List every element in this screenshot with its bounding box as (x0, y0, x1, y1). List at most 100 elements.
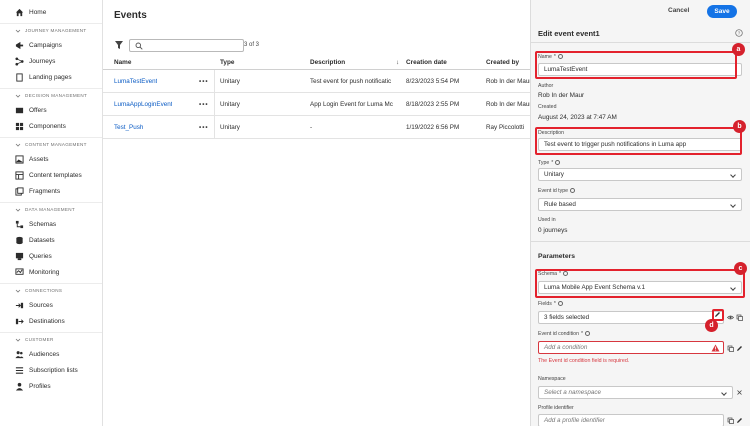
search-field[interactable] (129, 39, 244, 52)
page-title: Events (114, 10, 147, 21)
nav-item-audiences[interactable]: Audiences (0, 346, 102, 362)
monitor-icon (15, 267, 24, 277)
nav-section-journey-management: JOURNEY MANAGEMENT (0, 23, 102, 37)
nav-item-landing-pages[interactable]: Landing pages (0, 69, 102, 85)
event-description: - (310, 124, 313, 131)
table-header: Name Type Description ↓ Creation date Cr… (103, 54, 530, 70)
profile-identifier-input[interactable]: Add a profile identifier (538, 414, 724, 426)
used-in-value: 0 journeys (538, 227, 568, 234)
clear-icon[interactable] (736, 389, 743, 396)
nav-item-queries[interactable]: Queries (0, 248, 102, 264)
nav-item-label: Destinations (29, 317, 65, 325)
label-text: Event id condition (538, 331, 579, 337)
info-icon[interactable] (570, 188, 575, 193)
event-name-link[interactable]: LumaAppLoginEvent (114, 101, 172, 108)
nav-item-home[interactable]: Home (0, 4, 102, 20)
nav-item-assets[interactable]: Assets (0, 151, 102, 167)
column-header-type[interactable]: Type (220, 59, 234, 66)
nav-section-label: CUSTOMER (25, 337, 54, 342)
event-id-condition-input[interactable]: Add a condition (538, 341, 724, 354)
search-input[interactable] (146, 41, 241, 51)
nav-item-offers[interactable]: Offers (0, 102, 102, 118)
nav-item-destinations[interactable]: Destinations (0, 313, 102, 329)
namespace-select[interactable]: Select a namespace (538, 386, 733, 399)
label-text: Fields (538, 301, 552, 307)
help-icon[interactable]: ? (735, 29, 743, 37)
copy-icon[interactable] (736, 314, 743, 321)
highlight-box-c (535, 269, 745, 298)
nav-item-sources[interactable]: Sources (0, 297, 102, 313)
event-creation-date: 8/18/2023 2:55 PM (406, 101, 460, 108)
event-description: App Login Event for Luma Mc (310, 101, 393, 108)
column-header-created-by[interactable]: Created by (486, 59, 519, 66)
nav-item-label: Offers (29, 106, 47, 114)
pencil-icon[interactable] (736, 417, 743, 424)
created-label: Created (538, 104, 557, 110)
chevron-down-icon (15, 337, 21, 343)
fields-input[interactable]: 3 fields selected (538, 311, 724, 324)
column-header-creation-date[interactable]: Creation date (406, 59, 447, 66)
info-icon[interactable] (557, 301, 563, 306)
nav-item-label: Audiences (29, 350, 60, 358)
nav-item-label: Fragments (29, 187, 61, 195)
nav-item-profiles[interactable]: Profiles (0, 378, 102, 394)
parameters-title: Parameters (538, 253, 576, 260)
left-navigation: Home JOURNEY MANAGEMENT Campaigns Journe… (0, 0, 103, 426)
callout-badge-a: a (732, 43, 745, 56)
components-icon (15, 122, 24, 131)
event-id-type-select[interactable]: Rule based (538, 198, 742, 211)
filter-icon[interactable] (114, 40, 124, 50)
nav-item-schemas[interactable]: Schemas (0, 216, 102, 232)
nav-item-journeys[interactable]: Journeys (0, 53, 102, 69)
nav-item-components[interactable]: Components (0, 118, 102, 134)
more-actions-button[interactable]: ••• (199, 78, 209, 85)
pencil-icon[interactable] (714, 311, 721, 318)
save-button[interactable]: Save (707, 5, 737, 18)
nav-item-label: Assets (29, 155, 49, 163)
nav-section-label: CONNECTIONS (25, 288, 63, 293)
sources-icon (15, 301, 24, 310)
fragments-icon (15, 186, 24, 196)
event-creation-date: 8/23/2023 5:54 PM (406, 78, 460, 85)
divider (531, 241, 750, 242)
nav-item-campaigns[interactable]: Campaigns (0, 37, 102, 53)
chevron-down-icon (15, 28, 21, 34)
nav-section-label: DATA MANAGEMENT (25, 207, 76, 212)
event-description: Test event for push notificatic (310, 78, 392, 85)
pencil-icon[interactable] (736, 345, 743, 352)
preview-icon[interactable] (727, 314, 734, 321)
event-name-link[interactable]: LumaTestEvent (114, 78, 157, 85)
more-actions-button[interactable]: ••• (199, 124, 209, 131)
nav-item-monitoring[interactable]: Monitoring (0, 264, 102, 280)
table-row[interactable]: Test_Push ••• Unitary - 1/19/2022 6:56 P… (103, 116, 530, 139)
sort-down-icon[interactable]: ↓ (396, 59, 399, 66)
type-select[interactable]: Unitary (538, 168, 742, 181)
chevron-down-icon (15, 207, 21, 213)
copy-icon[interactable] (727, 417, 734, 424)
column-header-description[interactable]: Description (310, 59, 345, 66)
home-icon (15, 8, 24, 17)
warning-icon (711, 344, 720, 352)
callout-badge-b: b (733, 120, 746, 133)
cancel-button[interactable]: Cancel (668, 7, 689, 14)
event-created-by: Rob In der Maur (486, 78, 530, 85)
copy-icon[interactable] (727, 345, 734, 352)
nav-section-decision-management: DECISION MANAGEMENT (0, 88, 102, 102)
nav-item-fragments[interactable]: Fragments (0, 183, 102, 199)
table-row[interactable]: LumaTestEvent ••• Unitary Test event for… (103, 70, 530, 93)
nav-item-label: Profiles (29, 382, 51, 390)
nav-item-subscription-lists[interactable]: Subscription lists (0, 362, 102, 378)
event-id-type-label: Event id type (538, 188, 575, 194)
nav-item-datasets[interactable]: Datasets (0, 232, 102, 248)
panel-title: Edit event event1 (538, 29, 600, 38)
nav-item-content-templates[interactable]: Content templates (0, 167, 102, 183)
column-header-name[interactable]: Name (114, 59, 131, 66)
more-actions-button[interactable]: ••• (199, 101, 209, 108)
audiences-icon (15, 350, 24, 359)
info-icon[interactable] (584, 331, 590, 336)
info-icon[interactable] (555, 160, 561, 165)
events-table: Name Type Description ↓ Creation date Cr… (103, 54, 530, 139)
table-row[interactable]: LumaAppLoginEvent ••• Unitary App Login … (103, 93, 530, 116)
event-name-link[interactable]: Test_Push (114, 124, 143, 131)
list-icon (15, 366, 24, 375)
